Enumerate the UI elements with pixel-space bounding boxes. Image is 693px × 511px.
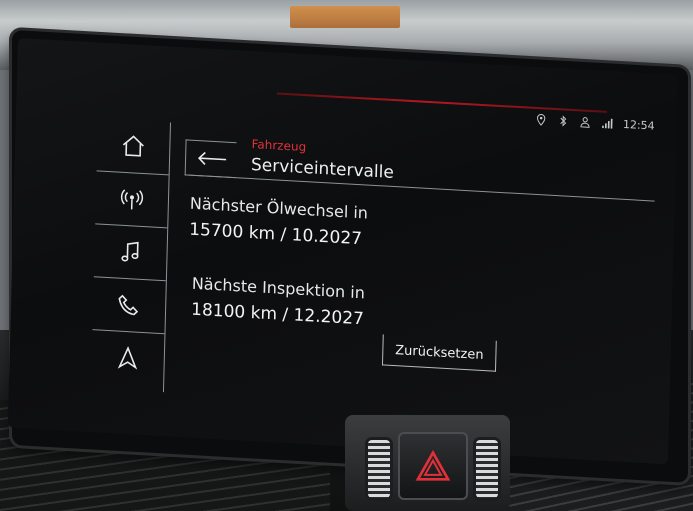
user-icon — [580, 117, 590, 128]
breadcrumb[interactable]: Fahrzeug — [251, 137, 306, 154]
infotainment-screen: 12:54 Fahrzeug Serviceintervalle Nächste… — [7, 38, 679, 465]
radio-antenna-icon — [120, 189, 144, 210]
hazard-triangle-icon — [415, 450, 451, 481]
nav-item-home[interactable] — [96, 118, 171, 176]
status-accent-line — [276, 92, 607, 113]
location-pin-icon — [537, 114, 546, 126]
oil-change-label: Nächster Ölwechsel in — [189, 193, 369, 223]
phone-icon — [118, 294, 139, 316]
nav-item-radio[interactable] — [95, 171, 169, 229]
left-scroll-wheel[interactable] — [368, 440, 390, 498]
signal-icon — [602, 118, 613, 129]
bluetooth-icon — [560, 115, 567, 127]
hazard-button[interactable] — [398, 432, 468, 500]
nav-item-media[interactable] — [93, 224, 168, 282]
inspection-label: Nächste Inspektion in — [191, 273, 366, 303]
nav-rail — [90, 118, 172, 393]
nav-item-navigation[interactable] — [91, 330, 164, 386]
status-bar: 12:54 — [535, 113, 655, 133]
inspection-value: 18100 km / 12.2027 — [190, 299, 365, 330]
navigation-arrow-icon — [117, 346, 138, 370]
back-arrow-icon — [197, 151, 227, 165]
nav-item-phone[interactable] — [92, 277, 166, 335]
clock: 12:54 — [622, 117, 655, 133]
right-scroll-wheel[interactable] — [476, 440, 498, 498]
background-shelf — [290, 6, 400, 28]
oil-change-value: 15700 km / 10.2027 — [188, 219, 363, 250]
home-icon — [122, 135, 144, 157]
reset-button[interactable]: Zurücksetzen — [381, 334, 497, 372]
music-note-icon — [121, 241, 139, 262]
back-button[interactable] — [184, 139, 237, 179]
